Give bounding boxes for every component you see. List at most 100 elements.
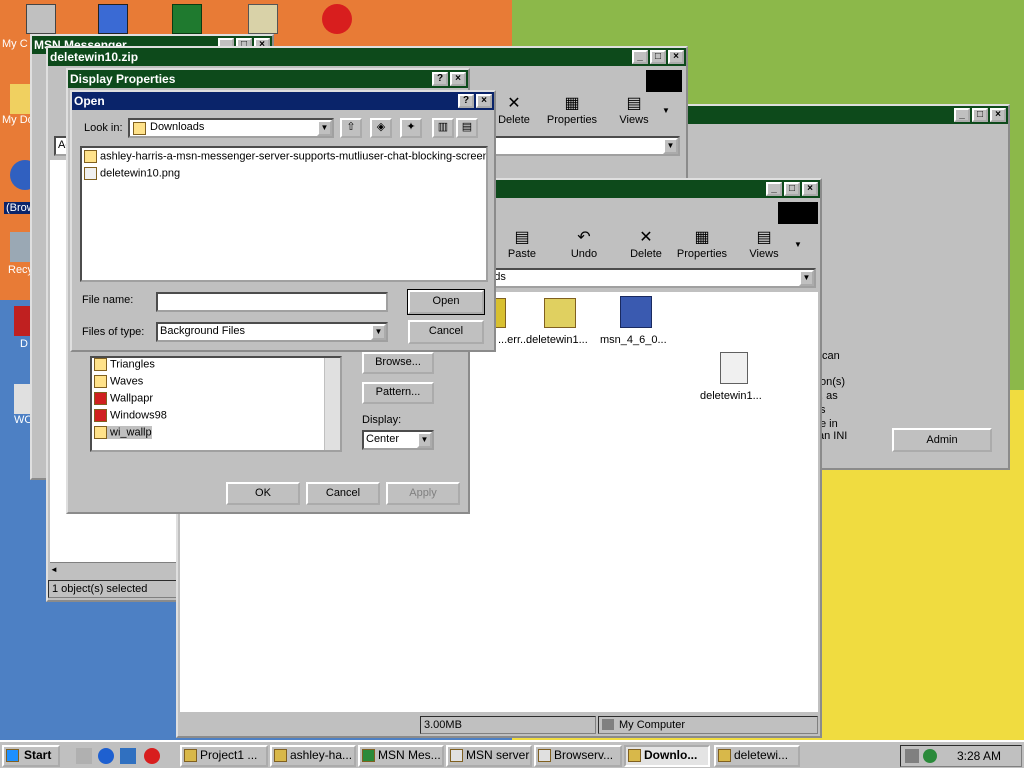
file-item-label[interactable]: deletewin1... bbox=[526, 334, 588, 346]
help-button[interactable]: ? bbox=[432, 72, 448, 86]
toolbar-delete-button[interactable]: ✕ Delete bbox=[620, 228, 672, 266]
show-desktop-icon[interactable] bbox=[76, 748, 92, 764]
wallpaper-item[interactable]: Windows98 bbox=[110, 409, 167, 421]
display-position-select[interactable]: Center ▼ bbox=[362, 430, 434, 450]
desktop-label-mycomputer[interactable]: My C bbox=[2, 38, 28, 50]
msn-tray-icon[interactable] bbox=[923, 749, 937, 763]
up-folder-icon[interactable]: ⇧ bbox=[340, 118, 362, 138]
ok-button[interactable]: OK bbox=[226, 482, 300, 505]
network-tray-icon[interactable] bbox=[905, 749, 919, 763]
file-list[interactable]: ashley-harris-a-msn-messenger-server-sup… bbox=[80, 146, 488, 282]
close-button[interactable]: × bbox=[802, 182, 818, 196]
wallpaper-scrollbar[interactable] bbox=[324, 358, 340, 450]
wallpaper-item[interactable]: Waves bbox=[110, 375, 143, 387]
close-button[interactable]: × bbox=[476, 94, 492, 108]
toolbar-undo-button[interactable]: ↶ Undo bbox=[558, 228, 610, 266]
look-in-select[interactable]: Downloads ▼ bbox=[128, 118, 334, 138]
file-item-label[interactable]: msn_4_6_0... bbox=[600, 334, 667, 346]
desktop-icon[interactable]: ◈ bbox=[370, 118, 392, 138]
task-browserv[interactable]: Browserv... bbox=[534, 745, 622, 767]
folder-icon bbox=[628, 749, 641, 762]
installer-icon[interactable] bbox=[620, 296, 652, 328]
apply-button[interactable]: Apply bbox=[386, 482, 460, 505]
windows-logo-icon bbox=[6, 749, 19, 762]
cancel-button[interactable]: Cancel bbox=[306, 482, 380, 505]
open-button[interactable]: Open bbox=[407, 289, 485, 315]
file-name-input[interactable] bbox=[156, 292, 388, 312]
desktop-label-mydocuments[interactable]: My Do bbox=[2, 114, 34, 126]
close-button[interactable]: × bbox=[450, 72, 466, 86]
new-folder-icon[interactable]: ✦ bbox=[400, 118, 422, 138]
wallpaper-item-selected[interactable]: wi_wallp bbox=[110, 426, 152, 438]
maximize-button[interactable]: □ bbox=[784, 182, 800, 196]
list-view-icon[interactable]: ▥ bbox=[432, 118, 454, 138]
file-list-item[interactable]: deletewin10.png bbox=[100, 167, 180, 179]
wallpaper-file-icon bbox=[94, 375, 107, 388]
open-dialog-titlebar[interactable]: Open ? × bbox=[72, 92, 494, 110]
pattern-button[interactable]: Pattern... bbox=[362, 382, 434, 404]
task-msn-messenger[interactable]: MSN Mes... bbox=[358, 745, 444, 767]
task-project1[interactable]: Project1 ... bbox=[180, 745, 268, 767]
toolbar-properties-button[interactable]: ▦ Properties bbox=[672, 228, 732, 266]
files-of-type-label: Files of type: bbox=[82, 326, 145, 338]
details-view-icon[interactable]: ▤ bbox=[456, 118, 478, 138]
file-list-item[interactable]: ashley-harris-a-msn-messenger-server-sup… bbox=[100, 150, 486, 162]
wallpaper-list[interactable]: Triangles Waves Wallpapr Windows98 wi_wa… bbox=[90, 356, 342, 452]
wallpaper-item[interactable]: Wallpapr bbox=[110, 392, 153, 404]
desktop-label-d[interactable]: D bbox=[20, 338, 28, 350]
horizontal-scrollbar[interactable]: ◄ bbox=[50, 562, 180, 576]
scroll-left-icon[interactable]: ◄ bbox=[50, 565, 58, 574]
open-dialog[interactable]: Open ? × Look in: Downloads ▼ ⇧ ◈ ✦ ▥ ▤ a… bbox=[70, 90, 496, 352]
address-bar[interactable]: oads▼ bbox=[478, 268, 816, 288]
maximize-button[interactable]: □ bbox=[972, 108, 988, 122]
start-button[interactable]: Start bbox=[2, 745, 60, 767]
files-of-type-select[interactable]: Background Files ▼ bbox=[156, 322, 388, 342]
task-downloads[interactable]: Downlo... bbox=[624, 745, 710, 767]
views-dropdown-arrow-icon[interactable]: ▼ bbox=[794, 240, 802, 249]
task-deletewin[interactable]: deletewi... bbox=[714, 745, 800, 767]
close-button[interactable]: × bbox=[990, 108, 1006, 122]
back-dialog-titlebar[interactable]: _ □ × bbox=[682, 106, 1008, 124]
ie-icon[interactable] bbox=[98, 748, 114, 764]
minimize-button[interactable]: _ bbox=[766, 182, 782, 196]
opera-icon[interactable] bbox=[322, 4, 352, 34]
maximize-button[interactable]: □ bbox=[650, 50, 666, 64]
task-ashley[interactable]: ashley-ha... bbox=[270, 745, 356, 767]
outlook-icon[interactable] bbox=[120, 748, 136, 764]
file-item-label[interactable]: ...err... bbox=[498, 334, 529, 346]
certificate-icon[interactable] bbox=[248, 4, 278, 34]
display-position-value: Center bbox=[366, 433, 400, 445]
admin-button[interactable]: Admin bbox=[892, 428, 992, 452]
chevron-down-icon[interactable]: ▼ bbox=[317, 120, 332, 136]
toolbar-views-button[interactable]: ▤ Views bbox=[738, 228, 790, 266]
views-dropdown-arrow-icon[interactable]: ▼ bbox=[662, 106, 670, 115]
chevron-down-icon[interactable]: ▼ bbox=[371, 324, 386, 340]
file-item-label[interactable]: deletewin1... bbox=[700, 390, 762, 402]
toolbar-views-button[interactable]: ▤ Views bbox=[608, 94, 660, 132]
deletewin-zip-titlebar[interactable]: deletewin10.zip _ □ × bbox=[48, 48, 686, 66]
address-dropdown-icon[interactable]: ▼ bbox=[663, 138, 678, 154]
cancel-button[interactable]: Cancel bbox=[408, 320, 484, 344]
minimize-button[interactable]: _ bbox=[632, 50, 648, 64]
address-dropdown-icon[interactable]: ▼ bbox=[799, 270, 814, 286]
excel-icon[interactable] bbox=[172, 4, 202, 34]
help-button[interactable]: ? bbox=[458, 94, 474, 108]
browse-button[interactable]: Browse... bbox=[362, 352, 434, 374]
toolbar-properties-button[interactable]: ▦ Properties bbox=[542, 94, 602, 132]
minimize-button[interactable]: _ bbox=[954, 108, 970, 122]
close-button[interactable]: × bbox=[668, 50, 684, 64]
task-label: Browserv... bbox=[554, 748, 614, 762]
image-file-icon[interactable] bbox=[720, 352, 748, 384]
chevron-down-icon[interactable]: ▼ bbox=[417, 432, 432, 448]
clock[interactable]: 3:28 AM bbox=[957, 749, 1001, 763]
toolbar-paste-label: Paste bbox=[507, 248, 537, 260]
computer-icon[interactable] bbox=[26, 4, 56, 34]
zip-icon[interactable] bbox=[544, 298, 576, 328]
folder-icon bbox=[84, 150, 97, 163]
display-properties-titlebar[interactable]: Display Properties ? × bbox=[68, 70, 468, 88]
task-msn-server[interactable]: MSN server bbox=[446, 745, 532, 767]
network-icon[interactable] bbox=[98, 4, 128, 34]
wallpaper-item[interactable]: Triangles bbox=[110, 358, 155, 370]
opera-icon[interactable] bbox=[144, 748, 160, 764]
toolbar-paste-button[interactable]: ▤ Paste bbox=[496, 228, 548, 266]
